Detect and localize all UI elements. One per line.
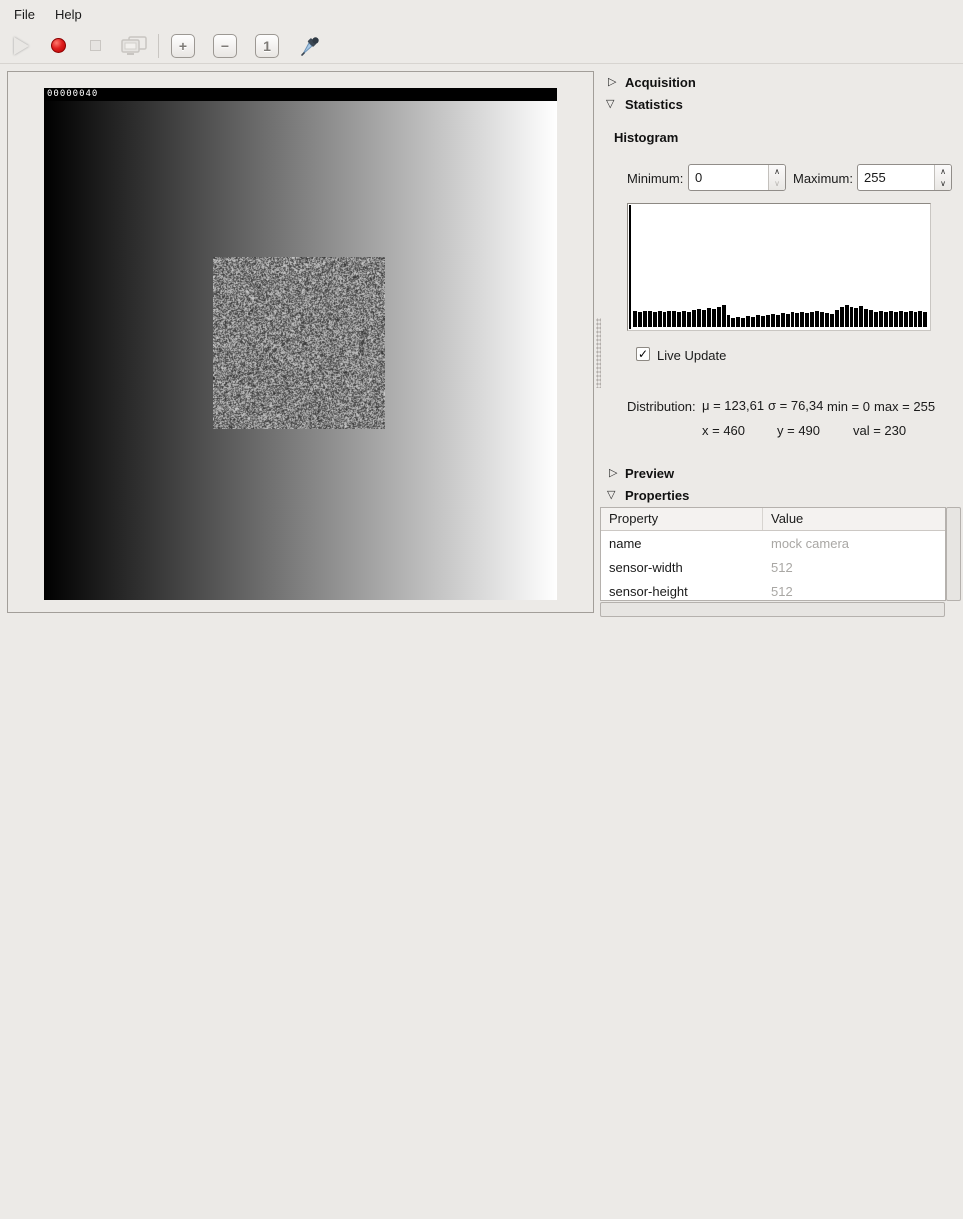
display-button — [116, 31, 152, 61]
expander-properties[interactable]: Properties — [625, 488, 689, 503]
maximum-value[interactable]: 255 — [858, 165, 934, 190]
camera-image[interactable]: 00000040 — [44, 88, 557, 600]
property-value: 512 — [763, 579, 793, 601]
zoom-original-button[interactable]: 1 — [255, 34, 279, 58]
play-button[interactable] — [6, 31, 36, 61]
histogram-plot — [627, 203, 931, 331]
cursor-val: val = 230 — [853, 423, 906, 438]
toolbar: + − 1 — [0, 28, 963, 64]
stop-button — [80, 31, 110, 61]
record-button[interactable] — [43, 31, 73, 61]
table-header: Property Value — [601, 508, 945, 531]
record-icon — [51, 38, 66, 53]
table-row[interactable]: sensor-height 512 — [601, 579, 945, 601]
color-picker-button[interactable] — [295, 31, 325, 61]
properties-horizontal-scrollbar[interactable]: ‹ › — [600, 602, 945, 617]
property-value: mock camera — [763, 531, 849, 555]
table-row[interactable]: sensor-width 512 — [601, 555, 945, 579]
cursor-y: y = 490 — [777, 423, 820, 438]
monitor-icon — [120, 35, 148, 57]
check-icon: ✓ — [638, 347, 648, 361]
play-icon — [14, 37, 29, 55]
live-update-label[interactable]: Live Update — [657, 348, 726, 363]
maximum-label: Maximum: — [793, 171, 853, 186]
table-row[interactable]: name mock camera — [601, 531, 945, 555]
property-value: 512 — [763, 555, 793, 579]
expander-statistics[interactable]: Statistics — [625, 97, 683, 112]
menu-help[interactable]: Help — [45, 3, 92, 26]
stop-icon — [90, 40, 101, 51]
distribution-label: Distribution: — [627, 399, 696, 414]
noise-region — [213, 257, 385, 429]
property-name: sensor-height — [601, 579, 763, 601]
live-update-checkbox[interactable]: ✓ — [636, 347, 650, 361]
zoom-out-icon: − — [221, 38, 229, 54]
property-name: sensor-width — [601, 555, 763, 579]
minimum-label: Minimum: — [627, 171, 683, 186]
expander-preview[interactable]: Preview — [625, 466, 674, 481]
zoom-in-icon: + — [179, 38, 187, 54]
menu-bar: File Help — [0, 0, 963, 28]
histogram-title: Histogram — [614, 130, 678, 145]
property-name: name — [601, 531, 763, 555]
histogram-y-axis — [629, 205, 631, 329]
column-header-value[interactable]: Value — [763, 508, 803, 530]
properties-table: Property Value name mock camera sensor-w… — [600, 507, 946, 601]
distribution-mu: μ = 123,61 — [702, 398, 764, 413]
toolbar-separator — [158, 34, 159, 58]
chevron-right-icon: ▷ — [608, 75, 616, 88]
minimum-spin-up[interactable]: ∧ — [769, 165, 785, 178]
zoom-original-icon: 1 — [263, 38, 271, 54]
minimum-spinbox[interactable]: 0 ∧ ∨ — [688, 164, 786, 191]
eyedropper-icon — [299, 35, 321, 57]
frame-counter-bar: 00000040 — [44, 88, 557, 101]
zoom-out-button[interactable]: − — [213, 34, 237, 58]
properties-vertical-scrollbar[interactable]: ∧ ∨ — [946, 507, 961, 601]
minimum-value[interactable]: 0 — [689, 165, 768, 190]
pane-splitter-grip[interactable] — [596, 318, 601, 388]
maximum-spin-up[interactable]: ∧ — [935, 165, 951, 178]
maximum-spin-down[interactable]: ∨ — [935, 178, 951, 191]
minimum-spin-down: ∨ — [769, 178, 785, 191]
cursor-x: x = 460 — [702, 423, 745, 438]
frame-counter: 00000040 — [47, 89, 98, 99]
histogram-bars — [633, 205, 927, 327]
maximum-spinbox[interactable]: 255 ∧ ∨ — [857, 164, 952, 191]
column-header-property[interactable]: Property — [601, 508, 763, 530]
zoom-in-button[interactable]: + — [171, 34, 195, 58]
distribution-sigma: σ = 76,34 — [768, 398, 823, 413]
distribution-min: min = 0 — [827, 399, 870, 414]
chevron-down-icon: ▽ — [607, 488, 615, 501]
distribution-max: max = 255 — [874, 399, 935, 414]
chevron-down-icon: ▽ — [606, 97, 614, 110]
chevron-right-icon: ▷ — [609, 466, 617, 479]
menu-file[interactable]: File — [4, 3, 45, 26]
expander-acquisition[interactable]: Acquisition — [625, 75, 696, 90]
